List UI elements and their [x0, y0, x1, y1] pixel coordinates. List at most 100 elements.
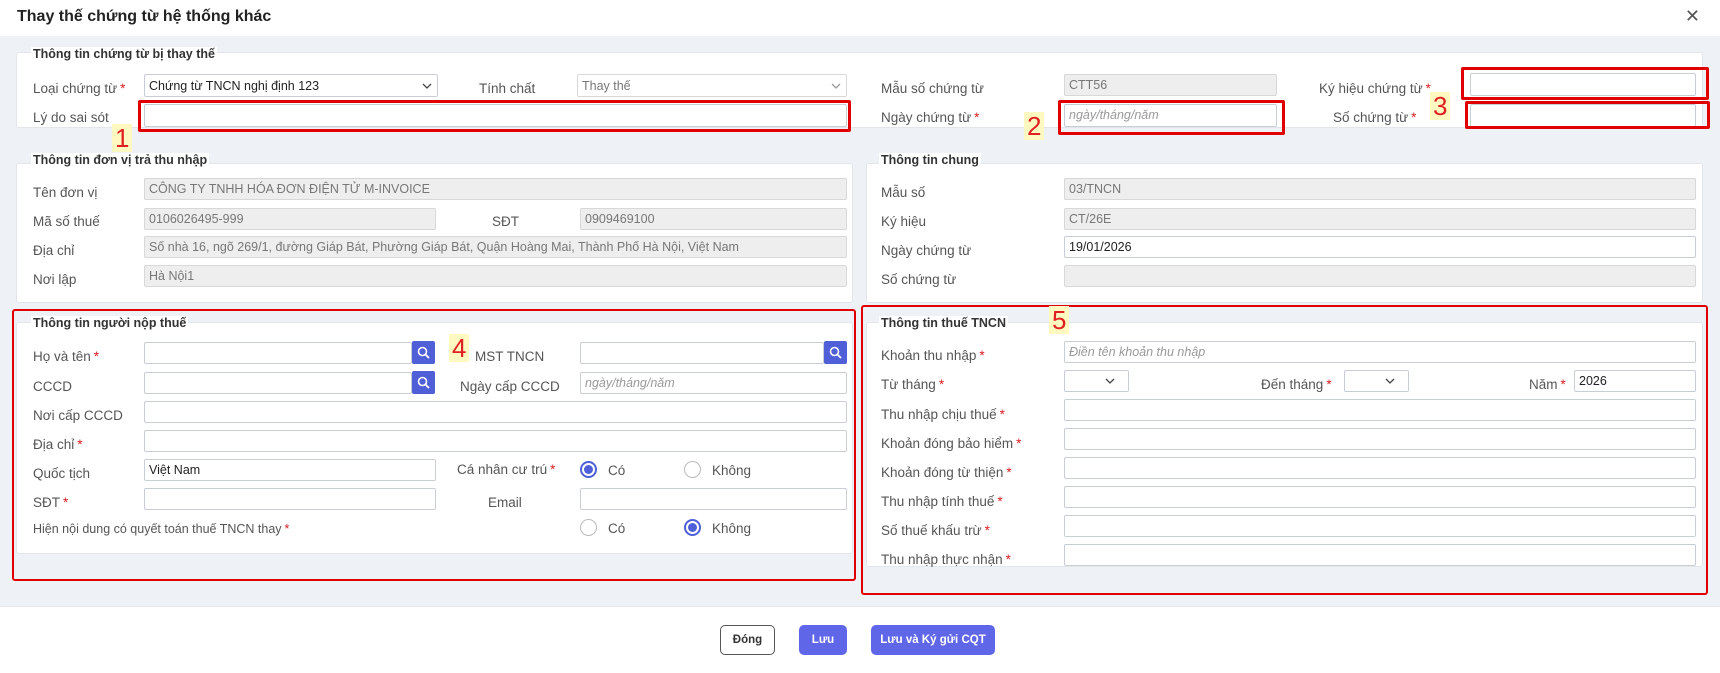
baohiem-label: Khoản đóng bảo hiểm * — [881, 436, 1022, 451]
mauso-input[interactable]: 03/TNCN — [1064, 178, 1696, 200]
tnct-label: Thu nhập chịu thuế * — [881, 407, 1005, 422]
search-icon — [417, 346, 430, 359]
dialog: Thay thế chứng từ hệ thống khác ✕ Thông … — [0, 0, 1720, 673]
baohiem-input[interactable] — [1064, 428, 1696, 450]
ngay-input[interactable]: 19/01/2026 — [1064, 236, 1696, 258]
kyhieu-input[interactable]: CT/26E — [1064, 208, 1696, 230]
annotation-number: 5 — [1049, 306, 1070, 334]
annotation-number: 1 — [112, 124, 133, 152]
tuthien-input[interactable] — [1064, 457, 1696, 479]
cutru-khong-label: Không — [712, 463, 752, 478]
search-button[interactable] — [412, 341, 435, 364]
cutru-co-radio[interactable] — [580, 461, 597, 478]
lydo-label: Lý do sai sót — [33, 110, 109, 125]
search-button[interactable] — [412, 371, 435, 394]
ngaycap-input[interactable]: ngày/tháng/năm — [580, 372, 847, 394]
kyhieu-ct-label: Ký hiệu chứng từ * — [1319, 81, 1431, 96]
hien-khong-radio[interactable] — [684, 519, 701, 536]
mst-label: Mã số thuế — [33, 214, 100, 229]
chevron-down-icon — [831, 83, 841, 89]
thucnhan-label: Thu nhập thực nhận * — [881, 552, 1011, 567]
noilap-input[interactable]: Hà Nội1 — [144, 265, 847, 287]
diachi-dv-input[interactable]: Số nhà 16, ngõ 269/1, đường Giáp Bát, Ph… — [144, 236, 847, 258]
hien-label: Hiện nội dung có quyết toán thuế TNCN th… — [33, 522, 290, 536]
dialog-title: Thay thế chứng từ hệ thống khác — [17, 8, 272, 25]
ten-dv-input[interactable]: CÔNG TY TNHH HÓA ĐƠN ĐIỆN TỬ M-INVOICE — [144, 178, 847, 200]
diachi-input[interactable] — [144, 430, 847, 452]
highlight-box-1 — [138, 100, 851, 132]
search-icon — [417, 376, 430, 389]
noicap-input[interactable] — [144, 401, 847, 423]
khoan-input[interactable]: Điền tên khoản thu nhập — [1064, 341, 1696, 363]
general-panel-title: Thông tin chung — [879, 153, 981, 167]
close-button[interactable]: Đóng — [720, 625, 775, 655]
thucnhan-input[interactable] — [1064, 544, 1696, 566]
chevron-down-icon — [1385, 378, 1395, 384]
search-button[interactable] — [824, 341, 847, 364]
tntt-label: Thu nhập tính thuế * — [881, 494, 1003, 509]
search-icon — [829, 346, 842, 359]
noicap-label: Nơi cấp CCCD — [33, 408, 123, 423]
highlight-box-3a — [1461, 67, 1709, 100]
cutru-khong-radio[interactable] — [684, 461, 701, 478]
ngaycap-label: Ngày cấp CCCD — [460, 379, 560, 394]
ngay-ct-label: Ngày chứng từ * — [881, 110, 980, 125]
hien-khong-label: Không — [712, 521, 752, 536]
mst-tncn-label: MST TNCN — [475, 349, 545, 364]
so-label: Số chứng từ — [881, 272, 957, 287]
loai-select[interactable]: Chứng từ TNCN nghị định 123 — [144, 74, 438, 97]
loai-label: Loại chứng từ * — [33, 81, 126, 96]
cccd-label: CCCD — [33, 379, 72, 394]
sdt-input[interactable] — [144, 488, 436, 510]
kyhieu-label: Ký hiệu — [881, 214, 927, 229]
tntt-input[interactable] — [1064, 486, 1696, 508]
annotation-number: 2 — [1024, 112, 1045, 140]
quoctich-label: Quốc tịch — [33, 466, 91, 481]
annotation-number: 3 — [1430, 92, 1451, 120]
tuthang-select[interactable] — [1064, 370, 1129, 392]
noilap-label: Nơi lập — [33, 272, 77, 287]
highlight-box-3b — [1465, 101, 1710, 129]
sdt-dv-input[interactable]: 0909469100 — [580, 208, 847, 230]
denthang-select[interactable] — [1344, 370, 1409, 392]
highlight-box-2 — [1058, 100, 1285, 135]
so-input[interactable] — [1064, 265, 1696, 287]
mst-input[interactable]: 0106026495-999 — [144, 208, 436, 230]
mauso-ct-label: Mẫu số chứng từ — [881, 81, 984, 96]
nam-input[interactable]: 2026 — [1574, 370, 1696, 392]
dialog-footer — [0, 606, 1720, 673]
hien-co-label: Có — [608, 521, 626, 536]
hien-co-radio[interactable] — [580, 519, 597, 536]
tuthang-label: Từ tháng * — [881, 377, 945, 392]
hoten-input[interactable] — [144, 342, 412, 364]
quoctich-input[interactable]: Việt Nam — [144, 459, 436, 481]
khoan-label: Khoản thu nhập * — [881, 348, 985, 363]
sdt-dv-label: SĐT — [492, 214, 519, 229]
save-sign-button[interactable]: Lưu và Ký gửi CQT — [871, 625, 995, 655]
cutru-label: Cá nhân cư trú * — [457, 462, 556, 477]
close-icon[interactable]: ✕ — [1685, 6, 1700, 27]
ten-dv-label: Tên đơn vị — [33, 185, 98, 200]
denthang-label: Đến tháng * — [1261, 377, 1332, 392]
khautru-label: Số thuế khấu trừ * — [881, 523, 990, 538]
tnct-input[interactable] — [1064, 399, 1696, 421]
hoten-label: Họ và tên * — [33, 349, 100, 364]
diachi-label: Địa chỉ * — [33, 437, 83, 452]
tinhchat-select[interactable]: Thay thế — [577, 74, 847, 97]
mst-tncn-input[interactable] — [580, 342, 824, 364]
mauso-label: Mẫu số — [881, 185, 926, 200]
mauso-ct-input[interactable]: CTT56 — [1064, 74, 1277, 96]
payer-panel-title: Thông tin đơn vị trả thu nhập — [31, 153, 210, 167]
chevron-down-icon — [422, 83, 432, 89]
tinhchat-label: Tính chất — [479, 81, 536, 96]
email-label: Email — [488, 495, 522, 510]
chevron-down-icon — [1105, 378, 1115, 384]
tuthien-label: Khoản đóng từ thiện * — [881, 465, 1012, 480]
diachi-dv-label: Địa chỉ — [33, 243, 75, 258]
nam-label: Năm * — [1529, 377, 1566, 392]
email-input[interactable] — [580, 488, 847, 510]
sdt-label: SĐT * — [33, 495, 69, 510]
khautru-input[interactable] — [1064, 515, 1696, 537]
save-button[interactable]: Lưu — [799, 625, 847, 655]
cccd-input[interactable] — [144, 372, 412, 394]
